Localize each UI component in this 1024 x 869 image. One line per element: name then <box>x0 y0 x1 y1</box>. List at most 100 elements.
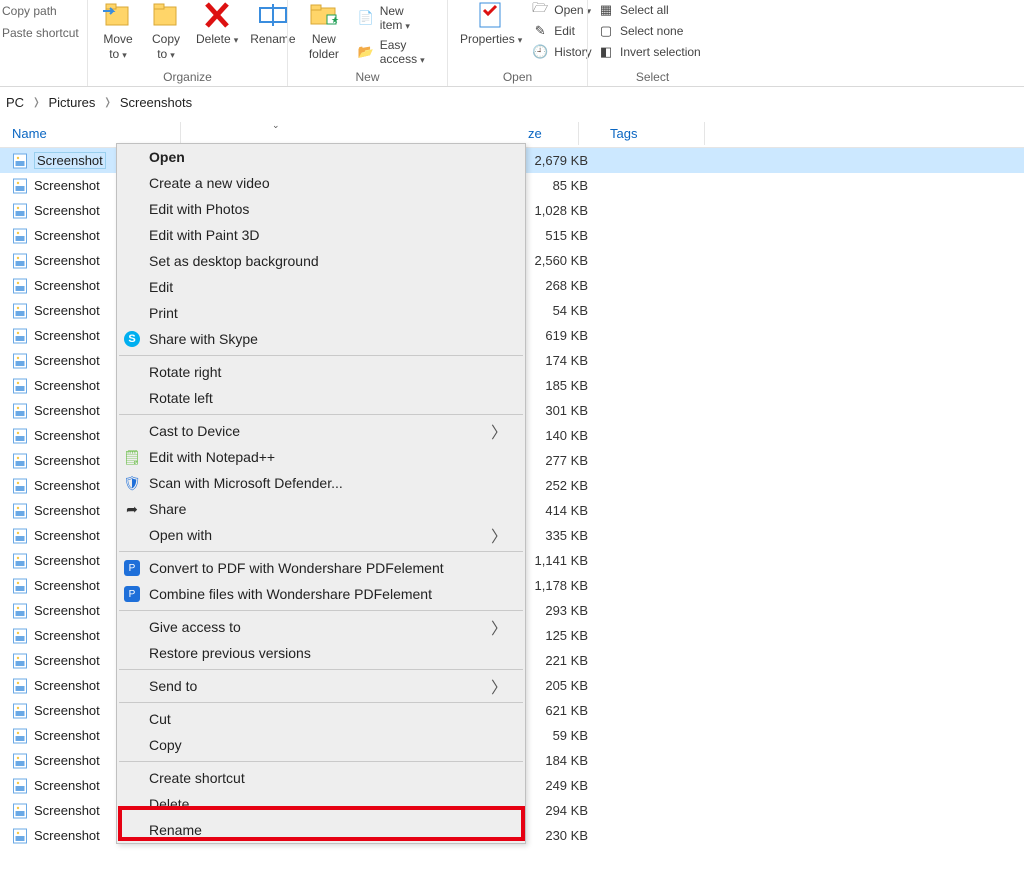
context-item-scan-with-microsoft-defender[interactable]: 🛡Scan with Microsoft Defender... <box>117 470 525 496</box>
context-item-label: Edit <box>149 279 173 295</box>
file-size: 268 KB <box>528 278 698 293</box>
context-item-create-a-new-video[interactable]: Create a new video <box>117 170 525 196</box>
context-item-edit-with-photos[interactable]: Edit with Photos <box>117 196 525 222</box>
file-name: Screenshot <box>34 378 100 393</box>
crumb-screenshots[interactable]: Screenshots <box>120 95 192 110</box>
context-item-rotate-left[interactable]: Rotate left <box>117 385 525 411</box>
context-item-create-shortcut[interactable]: Create shortcut <box>117 765 525 791</box>
skype-icon: S <box>123 330 141 348</box>
breadcrumb[interactable]: PC ❭ Pictures ❭ Screenshots <box>0 87 1024 120</box>
context-item-label: Copy <box>149 737 182 753</box>
file-size: 221 KB <box>528 653 698 668</box>
history-icon: 🕘 <box>532 44 548 60</box>
context-item-copy[interactable]: Copy <box>117 732 525 758</box>
image-file-icon <box>12 703 28 719</box>
crumb-pictures[interactable]: Pictures <box>48 95 95 110</box>
context-item-label: Give access to <box>149 619 241 635</box>
file-name: Screenshot <box>34 478 100 493</box>
context-item-label: Share <box>149 501 186 517</box>
column-header-tags[interactable]: Tags <box>610 126 637 141</box>
context-item-combine-files-with-wondershare-pdfelement[interactable]: PCombine files with Wondershare PDFeleme… <box>117 581 525 607</box>
file-name: Screenshot <box>34 803 100 818</box>
ribbon-open: Properties 🗁 Open ✎ Edit 🕘 History Open <box>447 0 587 86</box>
context-item-share-with-skype[interactable]: SShare with Skype <box>117 326 525 352</box>
file-size: 249 KB <box>528 778 698 793</box>
image-file-icon <box>12 828 28 844</box>
copy-to-button[interactable]: Copy to <box>142 0 190 62</box>
context-item-delete[interactable]: Delete <box>117 791 525 817</box>
crumb-pc[interactable]: PC <box>6 95 24 110</box>
context-item-edit[interactable]: Edit <box>117 274 525 300</box>
new-item-button[interactable]: 📄 New item <box>354 2 441 34</box>
image-file-icon <box>12 478 28 494</box>
context-item-rename[interactable]: Rename <box>117 817 525 843</box>
context-separator <box>119 669 523 670</box>
context-item-convert-to-pdf-with-wondershare-pdfelement[interactable]: PConvert to PDF with Wondershare PDFelem… <box>117 555 525 581</box>
context-item-open[interactable]: Open <box>117 144 525 170</box>
context-separator <box>119 414 523 415</box>
new-folder-button[interactable]: ★ New folder <box>294 0 354 62</box>
context-item-set-as-desktop-background[interactable]: Set as desktop background <box>117 248 525 274</box>
sort-indicator-icon: ⌄ <box>272 120 280 131</box>
file-name: Screenshot <box>34 628 100 643</box>
invert-selection-button[interactable]: ◧ Invert selection <box>594 42 705 62</box>
file-name: Screenshot <box>34 703 100 718</box>
select-none-icon: ▢ <box>598 23 614 39</box>
context-item-restore-previous-versions[interactable]: Restore previous versions <box>117 640 525 666</box>
context-item-rotate-right[interactable]: Rotate right <box>117 359 525 385</box>
context-item-share[interactable]: ➦Share <box>117 496 525 522</box>
properties-button[interactable]: Properties <box>454 0 528 47</box>
select-none-button[interactable]: ▢ Select none <box>594 21 705 41</box>
context-item-send-to[interactable]: Send to〉 <box>117 673 525 699</box>
image-file-icon <box>12 803 28 819</box>
file-name: Screenshot <box>34 678 100 693</box>
column-header-name[interactable]: Name <box>12 126 282 141</box>
edit-icon: ✎ <box>532 23 548 39</box>
file-size: 140 KB <box>528 428 698 443</box>
copy-path-button[interactable]: Copy path <box>0 2 87 24</box>
context-item-label: Edit with Photos <box>149 201 249 217</box>
image-file-icon <box>12 328 28 344</box>
column-header-size[interactable]: ze <box>528 126 542 141</box>
delete-button[interactable]: Delete <box>190 0 244 47</box>
context-item-cut[interactable]: Cut <box>117 706 525 732</box>
ribbon-select-caption: Select <box>594 70 711 86</box>
image-file-icon <box>12 578 28 594</box>
context-item-open-with[interactable]: Open with〉 <box>117 522 525 548</box>
image-file-icon <box>12 753 28 769</box>
paste-shortcut-button[interactable]: Paste shortcut <box>0 24 87 46</box>
easy-access-icon: 📂 <box>358 44 374 60</box>
context-item-label: Scan with Microsoft Defender... <box>149 475 343 491</box>
history-button[interactable]: 🕘 History <box>528 42 595 62</box>
easy-access-button[interactable]: 📂 Easy access <box>354 36 441 68</box>
context-item-label: Set as desktop background <box>149 253 319 269</box>
context-item-label: Rename <box>149 822 202 838</box>
move-to-button[interactable]: Move to <box>94 0 142 62</box>
file-size: 252 KB <box>528 478 698 493</box>
image-file-icon <box>12 203 28 219</box>
file-size: 1,141 KB <box>528 553 698 568</box>
context-item-edit-with-paint-3d[interactable]: Edit with Paint 3D <box>117 222 525 248</box>
image-file-icon <box>12 378 28 394</box>
copy-to-icon <box>148 0 184 32</box>
context-item-give-access-to[interactable]: Give access to〉 <box>117 614 525 640</box>
file-size: 1,178 KB <box>528 578 698 593</box>
select-all-button[interactable]: ▦ Select all <box>594 0 705 20</box>
file-name: Screenshot <box>34 303 100 318</box>
ribbon-new-caption: New <box>294 70 441 86</box>
context-item-label: Create a new video <box>149 175 270 191</box>
file-size: 59 KB <box>528 728 698 743</box>
context-item-label: Cast to Device <box>149 423 240 439</box>
context-item-cast-to-device[interactable]: Cast to Device〉 <box>117 418 525 444</box>
ribbon-organize: Move to Copy to Delete Rename O <box>87 0 287 86</box>
context-item-label: Edit with Paint 3D <box>149 227 260 243</box>
edit-button[interactable]: ✎ Edit <box>528 21 595 41</box>
open-button[interactable]: 🗁 Open <box>528 0 595 20</box>
ribbon-select: ▦ Select all ▢ Select none ◧ Invert sele… <box>587 0 717 86</box>
context-separator <box>119 610 523 611</box>
context-item-print[interactable]: Print <box>117 300 525 326</box>
file-name: Screenshot <box>34 353 100 368</box>
context-item-label: Rotate right <box>149 364 221 380</box>
context-item-edit-with-notepad[interactable]: 🗒Edit with Notepad++ <box>117 444 525 470</box>
file-name: Screenshot <box>34 603 100 618</box>
